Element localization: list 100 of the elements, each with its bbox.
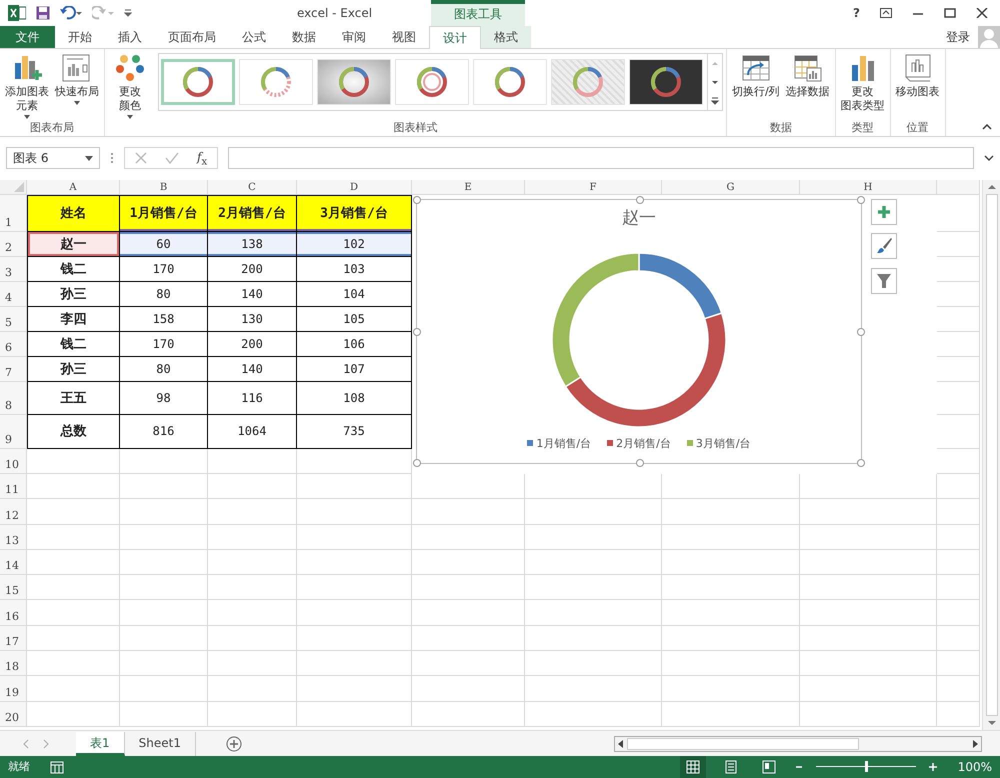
resize-handle[interactable] [413, 458, 421, 467]
sheet-cell[interactable] [412, 575, 525, 600]
sheet-cell[interactable] [800, 702, 937, 727]
sheet-cell[interactable] [297, 550, 412, 576]
resize-handle[interactable] [857, 328, 865, 336]
sheet-cell[interactable] [800, 575, 937, 600]
sheet-cell[interactable] [525, 524, 662, 550]
sheet-cell[interactable] [297, 575, 412, 600]
column-header[interactable]: H [800, 180, 937, 195]
ribbon-tab[interactable]: 公式 [229, 26, 279, 48]
row-header[interactable]: 11 [0, 474, 27, 500]
sheet-cell[interactable] [662, 626, 800, 652]
row-header[interactable]: 9 [0, 414, 27, 449]
row-header[interactable]: 6 [0, 332, 27, 357]
sheet-cell[interactable] [937, 448, 980, 474]
ribbon-button[interactable]: 移动图表 [894, 53, 942, 120]
column-header[interactable]: G [662, 180, 800, 195]
sheet-cell[interactable] [412, 550, 525, 576]
sheet-cell[interactable] [800, 524, 937, 550]
sheet-cell[interactable] [120, 626, 208, 652]
ribbon-tab[interactable]: 视图 [379, 26, 429, 48]
sheet-cell[interactable] [27, 702, 120, 727]
sheet-cell[interactable] [412, 499, 525, 525]
sheet-cell[interactable] [937, 474, 980, 500]
sheet-cell[interactable] [297, 702, 412, 727]
sheet-cell[interactable] [120, 702, 208, 727]
collapse-ribbon-icon[interactable] [982, 124, 992, 130]
sheet-cell[interactable] [937, 626, 980, 652]
resize-handle[interactable] [636, 196, 644, 204]
sheet-cell[interactable] [937, 676, 980, 702]
redo-icon[interactable] [92, 6, 114, 20]
row-header[interactable]: 13 [0, 524, 27, 550]
sheet-cell[interactable] [412, 474, 525, 500]
formula-input[interactable] [228, 147, 974, 170]
sheet-cell[interactable] [412, 676, 525, 702]
row-header[interactable]: 2 [0, 232, 27, 257]
sheet-cell[interactable] [937, 414, 980, 449]
sheet-cell[interactable] [297, 600, 412, 626]
sheet-cell[interactable] [412, 702, 525, 727]
sheet-cell[interactable] [937, 550, 980, 576]
resize-handle[interactable] [413, 196, 421, 204]
sheet-cell[interactable] [937, 382, 980, 415]
row-header[interactable]: 12 [0, 499, 27, 525]
column-header[interactable]: B [120, 180, 208, 195]
sheet-cell[interactable] [800, 626, 937, 652]
row-header[interactable]: 1 [0, 194, 27, 232]
sheet-cell[interactable] [937, 702, 980, 727]
row-header[interactable]: 19 [0, 676, 27, 702]
sheet-cell[interactable] [937, 651, 980, 676]
sheet-cell[interactable] [937, 282, 980, 307]
row-header[interactable]: 15 [0, 575, 27, 600]
sheet-cell[interactable] [937, 332, 980, 357]
sheet-cell[interactable] [412, 600, 525, 626]
ribbon-tab[interactable]: 审阅 [329, 26, 379, 48]
sheet-cell[interactable] [27, 676, 120, 702]
resize-handle[interactable] [857, 458, 865, 467]
sheet-cell[interactable] [800, 651, 937, 676]
sheet-cell[interactable] [662, 575, 800, 600]
sheet-cell[interactable] [27, 600, 120, 626]
sheet-cell[interactable] [525, 676, 662, 702]
row-header[interactable]: 8 [0, 382, 27, 415]
normal-view-button[interactable] [680, 756, 706, 778]
sheet-cell[interactable] [800, 550, 937, 576]
resize-handle[interactable] [413, 328, 421, 336]
ribbon-button[interactable]: 添加图表 元素 [3, 53, 51, 120]
sheet-cell[interactable] [120, 474, 208, 500]
help-button[interactable]: ? [853, 6, 860, 20]
enter-icon[interactable] [165, 152, 179, 164]
sheet-cell[interactable] [662, 550, 800, 576]
name-box[interactable]: 图表 6 [6, 147, 100, 170]
sheet-cell[interactable] [208, 702, 297, 727]
sheet-cell[interactable] [208, 575, 297, 600]
sheet-cell[interactable] [412, 626, 525, 652]
sheet-cell[interactable] [800, 474, 937, 500]
sheet-cell[interactable] [120, 524, 208, 550]
sheet-cell[interactable] [297, 499, 412, 525]
sheet-cell[interactable] [297, 676, 412, 702]
sheet-cell[interactable] [662, 499, 800, 525]
save-icon[interactable] [36, 6, 50, 20]
sheet-cell[interactable] [412, 524, 525, 550]
resize-handle[interactable] [857, 196, 865, 204]
sheet-cell[interactable] [525, 626, 662, 652]
row-header[interactable]: 14 [0, 550, 27, 576]
sheet-cell[interactable] [525, 550, 662, 576]
sheet-cell[interactable] [662, 702, 800, 727]
close-icon[interactable] [976, 8, 988, 18]
ribbon-tab[interactable]: 文件 [0, 26, 55, 48]
sign-in-link[interactable]: 登录 [946, 26, 970, 48]
sheet-cell[interactable] [937, 194, 980, 232]
sheet-cell[interactable] [208, 474, 297, 500]
column-header[interactable]: A [27, 180, 120, 195]
expand-formula-icon[interactable] [984, 155, 994, 162]
sheet-cell[interactable] [662, 474, 800, 500]
chart-style-thumbnail[interactable] [239, 59, 313, 105]
vertical-scrollbar[interactable] [982, 180, 1000, 730]
sheet-cell[interactable] [297, 524, 412, 550]
ribbon-tab[interactable]: 开始 [55, 26, 105, 48]
sheet-cell[interactable] [800, 499, 937, 525]
sheet-cell[interactable] [27, 626, 120, 652]
undo-icon[interactable] [60, 6, 82, 20]
